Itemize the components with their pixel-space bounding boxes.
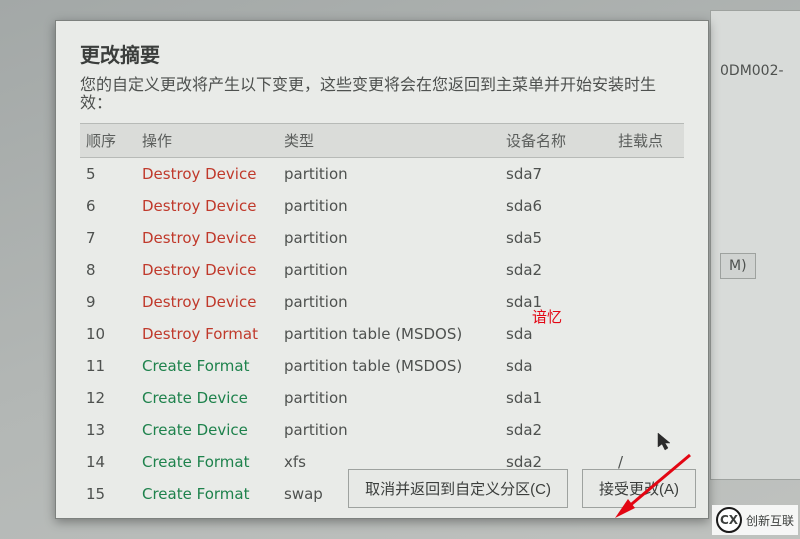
cell-operation: Destroy Device — [136, 158, 278, 191]
cell-mount — [612, 350, 684, 382]
cell-device: sda2 — [500, 254, 612, 286]
cell-mount — [612, 318, 684, 350]
table-row[interactable]: 13Create Devicepartitionsda2 — [80, 414, 684, 446]
cell-order: 6 — [80, 190, 136, 222]
table-row[interactable]: 5Destroy Devicepartitionsda7 — [80, 158, 684, 191]
cancel-button[interactable]: 取消并返回到自定义分区(C) — [348, 469, 568, 508]
cell-operation: Destroy Device — [136, 190, 278, 222]
cell-operation: Destroy Format — [136, 318, 278, 350]
cell-order: 7 — [80, 222, 136, 254]
background-device-label: 0DM002- — [720, 63, 784, 79]
cell-order: 10 — [80, 318, 136, 350]
table-row[interactable]: 10Destroy Formatpartition table (MSDOS)s… — [80, 318, 684, 350]
cell-order: 8 — [80, 254, 136, 286]
cell-type: partition — [278, 158, 500, 191]
cell-order: 12 — [80, 382, 136, 414]
cell-type: partition — [278, 382, 500, 414]
cell-operation: Create Device — [136, 382, 278, 414]
cell-mount — [612, 222, 684, 254]
cell-order: 9 — [80, 286, 136, 318]
background-modify-button[interactable]: M) — [720, 253, 756, 279]
col-header-mount[interactable]: 挂载点 — [612, 124, 684, 158]
table-row[interactable]: 6Destroy Devicepartitionsda6 — [80, 190, 684, 222]
dialog-title: 更改摘要 — [56, 21, 708, 76]
background-panel — [710, 10, 800, 480]
cell-type: partition — [278, 414, 500, 446]
cell-device: sda7 — [500, 158, 612, 191]
cell-operation: Destroy Device — [136, 254, 278, 286]
table-row[interactable]: 8Destroy Devicepartitionsda2 — [80, 254, 684, 286]
cell-mount — [612, 382, 684, 414]
cell-mount — [612, 158, 684, 191]
cell-device: sda5 — [500, 222, 612, 254]
table-row[interactable]: 9Destroy Devicepartitionsda1 — [80, 286, 684, 318]
cell-type: partition — [278, 190, 500, 222]
cell-device: sda6 — [500, 190, 612, 222]
cell-order: 13 — [80, 414, 136, 446]
col-header-type[interactable]: 类型 — [278, 124, 500, 158]
cell-operation: Create Device — [136, 414, 278, 446]
annotation-text: 谙忆 — [532, 306, 562, 327]
cell-operation: Destroy Device — [136, 286, 278, 318]
cell-order: 14 — [80, 446, 136, 478]
summary-of-changes-dialog: 更改摘要 您的自定义更改将产生以下变更，这些变更将会在您返回到主菜单并开始安装时… — [55, 20, 709, 519]
cell-order: 15 — [80, 478, 136, 510]
cell-device: sda — [500, 350, 612, 382]
changes-table: 顺序 操作 类型 设备名称 挂载点 5Destroy Devicepartiti… — [56, 123, 708, 510]
cell-mount — [612, 286, 684, 318]
dialog-message: 您的自定义更改将产生以下变更，这些变更将会在您返回到主菜单并开始安装时生效： — [56, 76, 708, 123]
col-header-order[interactable]: 顺序 — [80, 124, 136, 158]
cell-type: partition — [278, 286, 500, 318]
accept-changes-button[interactable]: 接受更改(A) — [582, 469, 696, 508]
watermark-text: 创新互联 — [746, 512, 794, 529]
cell-mount — [612, 254, 684, 286]
watermark-logo-icon: CX — [716, 507, 742, 533]
watermark: CX 创新互联 — [712, 505, 798, 535]
cell-order: 11 — [80, 350, 136, 382]
cell-mount — [612, 414, 684, 446]
dialog-button-bar: 取消并返回到自定义分区(C) 接受更改(A) — [348, 469, 696, 508]
col-header-operation[interactable]: 操作 — [136, 124, 278, 158]
cell-device: sda1 — [500, 382, 612, 414]
table-row[interactable]: 7Destroy Devicepartitionsda5 — [80, 222, 684, 254]
cell-order: 5 — [80, 158, 136, 191]
cell-operation: Destroy Device — [136, 222, 278, 254]
cell-operation: Create Format — [136, 446, 278, 478]
cell-type: partition table (MSDOS) — [278, 318, 500, 350]
cell-type: partition table (MSDOS) — [278, 350, 500, 382]
cell-operation: Create Format — [136, 350, 278, 382]
cell-type: partition — [278, 222, 500, 254]
cell-type: partition — [278, 254, 500, 286]
cell-operation: Create Format — [136, 478, 278, 510]
table-row[interactable]: 12Create Devicepartitionsda1 — [80, 382, 684, 414]
table-header-row: 顺序 操作 类型 设备名称 挂载点 — [80, 124, 684, 158]
cell-mount — [612, 190, 684, 222]
col-header-device[interactable]: 设备名称 — [500, 124, 612, 158]
cell-device: sda2 — [500, 414, 612, 446]
table-row[interactable]: 11Create Formatpartition table (MSDOS)sd… — [80, 350, 684, 382]
